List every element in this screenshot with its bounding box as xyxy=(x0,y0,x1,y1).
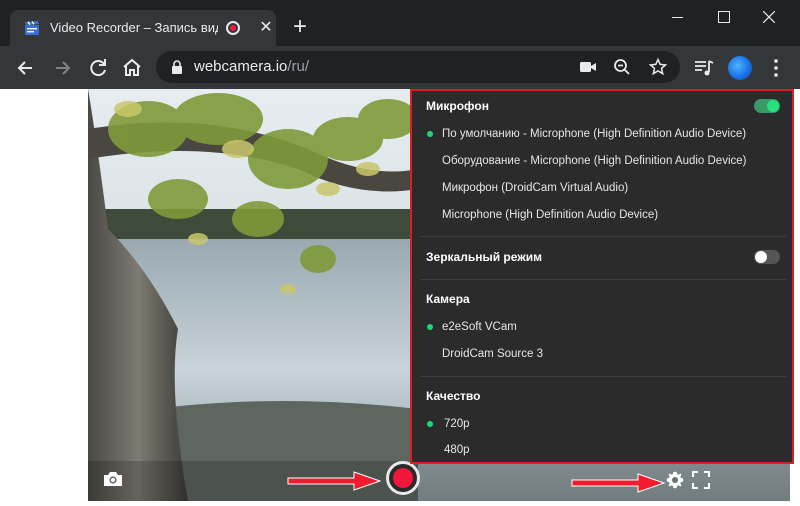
forward-arrow-icon[interactable] xyxy=(48,54,76,82)
divider xyxy=(420,236,786,237)
settings-gear-icon[interactable] xyxy=(666,471,684,489)
toggle-knob xyxy=(755,251,767,263)
bookmark-star-icon[interactable] xyxy=(648,57,668,77)
microphone-toggle[interactable] xyxy=(754,99,780,113)
microphone-option[interactable]: Microphone (High Definition Audio Device… xyxy=(442,207,658,223)
reload-icon[interactable] xyxy=(84,54,112,82)
snapshot-camera-icon[interactable] xyxy=(102,469,124,489)
profile-avatar[interactable] xyxy=(728,56,752,80)
settings-panel: Микрофон По умолчанию - Microphone (High… xyxy=(410,89,794,464)
microphone-section-title: Микрофон xyxy=(426,99,489,113)
lock-icon xyxy=(172,60,182,74)
title-bar: Video Recorder – Запись видео ✕ + xyxy=(0,0,800,46)
back-arrow-icon[interactable] xyxy=(12,54,40,82)
media-controls-icon[interactable] xyxy=(692,56,716,80)
microphone-option[interactable]: Оборудование - Microphone (High Definiti… xyxy=(442,153,747,169)
kebab-menu-icon[interactable] xyxy=(764,56,788,80)
mirror-mode-toggle[interactable] xyxy=(754,250,780,264)
clapperboard-icon xyxy=(25,21,39,35)
selected-indicator-dot xyxy=(427,131,433,137)
url-path: /ru/ xyxy=(287,58,310,75)
mirror-mode-label: Зеркальный режим xyxy=(426,250,543,264)
quality-option[interactable]: 480p xyxy=(444,442,470,458)
new-tab-button[interactable]: + xyxy=(288,15,312,40)
browser-toolbar: webcamera.io/ru/ xyxy=(0,46,800,89)
annotation-arrow-settings xyxy=(571,473,666,493)
address-bar[interactable]: webcamera.io/ru/ xyxy=(156,51,680,83)
microphone-option[interactable]: По умолчанию - Microphone (High Definiti… xyxy=(442,126,746,142)
camera-option[interactable]: e2eSoft VCam xyxy=(442,319,517,335)
browser-tab[interactable]: Video Recorder – Запись видео ✕ xyxy=(10,10,276,46)
url-host: webcamera.io xyxy=(194,58,288,75)
maximize-button[interactable] xyxy=(700,0,746,34)
zoom-out-icon[interactable] xyxy=(612,57,632,77)
close-window-button[interactable] xyxy=(746,0,792,34)
camera-permission-icon[interactable] xyxy=(578,57,598,77)
quality-option[interactable]: 720p xyxy=(444,416,470,432)
toggle-knob xyxy=(767,100,779,112)
microphone-option[interactable]: Микрофон (DroidCam Virtual Audio) xyxy=(442,180,628,196)
close-icon xyxy=(763,11,775,23)
camera-option[interactable]: DroidCam Source 3 xyxy=(442,346,543,362)
recording-indicator-icon xyxy=(226,21,240,35)
annotation-arrow-record xyxy=(287,471,382,491)
quality-section-title: Качество xyxy=(426,389,481,403)
minimize-button[interactable] xyxy=(654,0,700,34)
divider xyxy=(420,376,786,377)
tab-close-icon[interactable]: ✕ xyxy=(256,18,276,38)
selected-indicator-dot xyxy=(427,324,433,330)
divider xyxy=(420,279,786,280)
camera-section-title: Камера xyxy=(426,292,470,306)
tab-title: Video Recorder – Запись видео xyxy=(50,20,218,35)
fullscreen-icon[interactable] xyxy=(692,471,710,489)
url-text: webcamera.io/ru/ xyxy=(194,58,309,76)
record-button[interactable] xyxy=(386,461,420,495)
home-icon[interactable] xyxy=(118,54,146,82)
selected-indicator-dot xyxy=(427,421,433,427)
recorder-controls xyxy=(88,461,790,501)
